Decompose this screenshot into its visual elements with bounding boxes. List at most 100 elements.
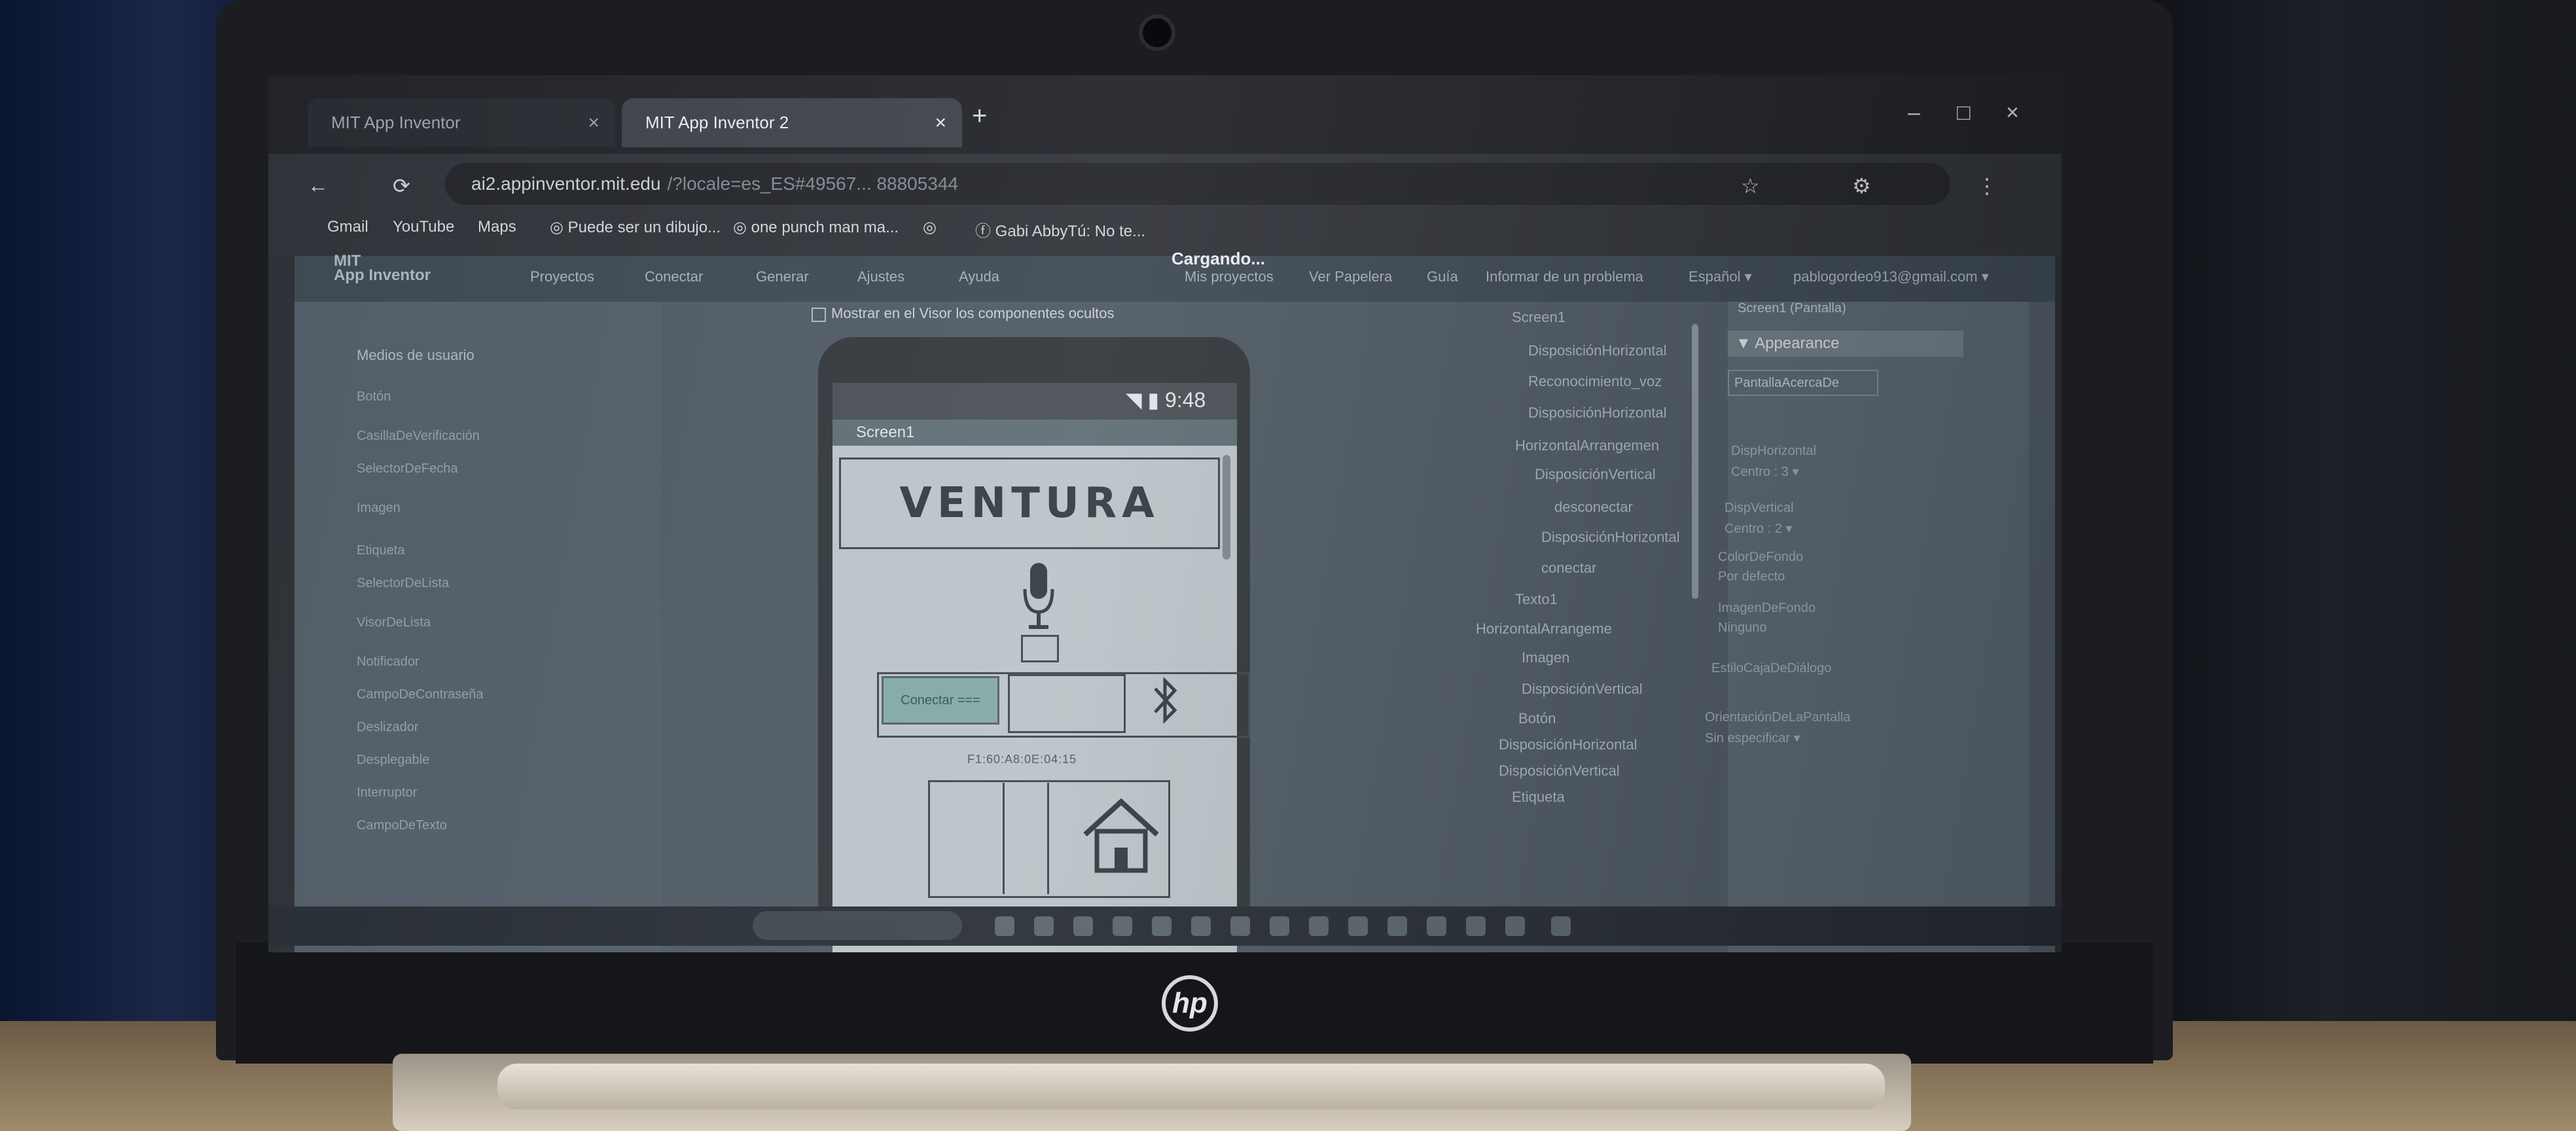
menu-ayuda[interactable]: Ayuda xyxy=(959,268,999,285)
home-icon[interactable] xyxy=(1079,792,1164,877)
menu-informar-problema[interactable]: Informar de un problema xyxy=(1486,268,1643,285)
taskbar-app-icon[interactable] xyxy=(1270,916,1289,936)
app-logo[interactable]: MIT App Inventor xyxy=(334,253,431,283)
tab-mit-app-inventor[interactable]: MIT App Inventor × xyxy=(308,98,615,147)
bookmark-dibujo[interactable]: ◎ Puede ser un dibujo... xyxy=(550,218,721,237)
reload-icon[interactable]: ⟳ xyxy=(393,173,410,198)
phone-scrollbar[interactable] xyxy=(1223,455,1230,560)
address-bar[interactable]: ai2.appinventor.mit.edu /?locale=es_ES#4… xyxy=(445,163,1950,205)
tree-item[interactable]: Texto1 xyxy=(1515,591,1558,608)
prop-value[interactable]: Por defecto xyxy=(1718,569,1785,584)
taskbar-app-icon[interactable] xyxy=(1348,916,1368,936)
hp-logo: hp xyxy=(1162,975,1218,1032)
prop-value[interactable]: Ninguno xyxy=(1718,620,1767,636)
taskbar-app-icon[interactable] xyxy=(1152,916,1172,936)
palette-title: Medios de usuario xyxy=(357,347,474,363)
tree-item[interactable]: Reconocimiento_voz xyxy=(1528,373,1662,390)
maximize-icon[interactable]: □ xyxy=(1957,100,1971,126)
palette-item[interactable]: VisorDeLista xyxy=(357,615,431,630)
tree-item[interactable]: DisposiciónHorizontal xyxy=(1541,529,1680,546)
taskbar-app-icon[interactable] xyxy=(1505,916,1525,936)
bookmark-youtube[interactable]: YouTube xyxy=(393,218,454,236)
tree-item[interactable]: DisposiciónHorizontal xyxy=(1499,736,1637,753)
appearance-section[interactable]: ▼ Appearance xyxy=(1728,331,1963,357)
taskbar-app-icon[interactable] xyxy=(1113,916,1132,936)
taskbar-search[interactable] xyxy=(753,911,962,940)
taskbar-app-icon[interactable] xyxy=(1230,916,1250,936)
prop-value[interactable]: Centro : 2 ▾ xyxy=(1725,520,1792,537)
menu-icon[interactable]: ⋮ xyxy=(1977,173,1997,198)
palette-item[interactable]: Deslizador xyxy=(357,720,418,735)
tree-item[interactable]: DisposiciónVertical xyxy=(1499,763,1620,780)
close-window-icon[interactable]: × xyxy=(2006,100,2019,126)
menu-generar[interactable]: Generar xyxy=(756,268,809,285)
palette-item[interactable]: SelectorDeLista xyxy=(357,576,449,591)
menu-ajustes[interactable]: Ajustes xyxy=(857,268,904,285)
taskbar-app-icon[interactable] xyxy=(1191,916,1211,936)
tree-item[interactable]: Botón xyxy=(1518,710,1556,727)
taskbar-app-icon[interactable] xyxy=(1034,916,1054,936)
globe-icon: ◎ xyxy=(550,219,568,236)
taskbar-app-icon[interactable] xyxy=(1466,916,1486,936)
tree-item[interactable]: desconectar xyxy=(1554,499,1633,516)
taskbar-app-icon[interactable] xyxy=(1387,916,1407,936)
menu-guia[interactable]: Guía xyxy=(1427,268,1458,285)
new-tab-icon[interactable]: + xyxy=(972,101,987,131)
menu-mis-proyectos[interactable]: Mis proyectos xyxy=(1185,268,1274,285)
tab-mit-app-inventor-2[interactable]: MIT App Inventor 2 × xyxy=(622,98,962,147)
tree-item[interactable]: Etiqueta xyxy=(1512,789,1565,806)
menu-conectar[interactable]: Conectar xyxy=(645,268,703,285)
bluetooth-icon[interactable] xyxy=(1142,674,1188,727)
palette-item[interactable]: Etiqueta xyxy=(357,543,404,558)
extensions-icon[interactable]: ⚙ xyxy=(1852,173,1871,198)
menu-idioma[interactable]: Español ▾ xyxy=(1689,268,1752,285)
tree-item[interactable]: DisposiciónVertical xyxy=(1535,466,1656,483)
palette-item[interactable]: Imagen xyxy=(357,501,401,516)
pantalla-acerca-de-field[interactable]: PantallaAcercaDe xyxy=(1728,370,1878,396)
menu-proyectos[interactable]: Proyectos xyxy=(530,268,594,285)
palette-item[interactable]: Interruptor xyxy=(357,785,417,800)
tree-item[interactable]: conectar xyxy=(1541,560,1596,577)
bookmark-one-punch-man[interactable]: ◎ one punch man ma... xyxy=(733,218,899,237)
back-icon[interactable]: ← xyxy=(308,173,329,198)
palette-item[interactable]: Desplegable xyxy=(357,753,429,768)
bookmark-gabi[interactable]: ⓕ Gabi AbbyTú: No te... xyxy=(975,218,1145,241)
taskbar-app-icon[interactable] xyxy=(1073,916,1093,936)
menu-account[interactable]: pablogordeo913@gmail.com ▾ xyxy=(1793,268,1989,285)
prop-value[interactable]: Centro : 3 ▾ xyxy=(1731,463,1798,480)
url-path: /?locale=es_ES#49567... 88805344 xyxy=(667,173,959,194)
components-scrollbar[interactable] xyxy=(1692,324,1698,599)
tab-close-icon[interactable]: × xyxy=(588,112,599,134)
tree-item[interactable]: DisposiciónHorizontal xyxy=(1528,404,1667,422)
screen1-title-bar: Screen1 xyxy=(832,420,1237,446)
taskbar-app-icon[interactable] xyxy=(995,916,1014,936)
star-icon[interactable]: ☆ xyxy=(1741,173,1760,198)
connect-button[interactable]: Conectar === xyxy=(882,676,999,725)
palette-item[interactable]: CasillaDeVerificación xyxy=(357,429,480,444)
taskbar-app-icon[interactable] xyxy=(1427,916,1446,936)
tree-item[interactable]: Imagen xyxy=(1522,649,1569,666)
bookmark-maps[interactable]: Maps xyxy=(478,218,516,236)
tree-item[interactable]: DisposiciónVertical xyxy=(1522,681,1643,698)
prop-value[interactable]: Sin especificar ▾ xyxy=(1705,730,1800,746)
microphone-icon[interactable] xyxy=(1022,560,1055,632)
tree-item[interactable]: HorizontalArrangeme xyxy=(1476,620,1612,637)
bookmark-gmail[interactable]: Gmail xyxy=(327,218,368,236)
bottom-cell-middle xyxy=(1011,783,1049,894)
palette-item[interactable]: Botón xyxy=(357,389,391,404)
tree-item[interactable]: HorizontalArrangemen xyxy=(1515,437,1659,454)
palette-item[interactable]: SelectorDeFecha xyxy=(357,461,458,476)
hidden-components-checkbox[interactable] xyxy=(812,308,826,322)
palette-item[interactable]: CampoDeContraseña xyxy=(357,687,483,702)
palette-item[interactable]: Notificador xyxy=(357,655,420,670)
hidden-components-label: Mostrar en el Visor los componentes ocul… xyxy=(831,305,1115,321)
tree-item[interactable]: Screen1 xyxy=(1512,309,1565,326)
tree-item[interactable]: DisposiciónHorizontal xyxy=(1528,342,1667,359)
menu-ver-papelera[interactable]: Ver Papelera xyxy=(1309,268,1392,285)
bookmark-globe[interactable]: ◎ xyxy=(923,218,937,237)
tab-close-icon[interactable]: × xyxy=(935,112,946,134)
palette-item[interactable]: CampoDeTexto xyxy=(357,818,447,833)
minimize-icon[interactable]: – xyxy=(1908,100,1920,126)
taskbar-app-icon[interactable] xyxy=(1551,916,1571,936)
taskbar-app-icon[interactable] xyxy=(1309,916,1329,936)
